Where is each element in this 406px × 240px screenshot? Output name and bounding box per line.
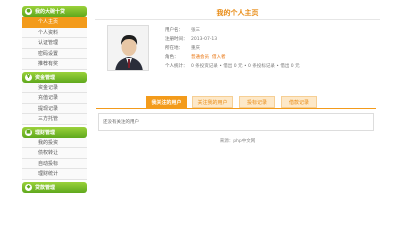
profile-card: 用户名： 张三 注册时间： 2013-07-13 所在地： 重庆 角色： 普通会… xyxy=(95,20,380,78)
section-header-my-account[interactable]: ● 我的大碗十贷 xyxy=(22,6,87,17)
loan-icon: ◆ xyxy=(25,183,32,191)
profile-row-username: 用户名： 张三 xyxy=(165,28,200,33)
main-content: 我的个人主页 用户名： 张三 注册时间： 2013-07-13 所在地： 重庆 … xyxy=(95,6,380,78)
section-header-loans[interactable]: ◆ 贷款管理 xyxy=(22,181,87,193)
sidebar-item-profile[interactable]: 个人资料 xyxy=(22,27,87,38)
sidebar-item-recharge[interactable]: 充值记录 xyxy=(22,93,87,104)
sidebar-item-my-investments[interactable]: 我的投资 xyxy=(22,137,87,148)
profile-info: 用户名： 张三 注册时间： 2013-07-13 所在地： 重庆 角色： 普通会… xyxy=(165,26,300,71)
sidebar-item-auto-bid[interactable]: 自动投标 xyxy=(22,158,87,169)
profile-row-register-time: 注册时间： 2013-07-13 xyxy=(165,37,218,42)
user-icon: ● xyxy=(25,8,32,15)
avatar xyxy=(107,25,149,71)
sidebar-item-fund-records[interactable]: 资金记录 xyxy=(22,82,87,93)
empty-message: 还没有关注的用户 xyxy=(103,120,139,125)
sidebar-item-withdraw[interactable]: 提现记录 xyxy=(22,103,87,114)
tab-followers[interactable]: 关注我的用户 xyxy=(192,96,233,108)
section-title: 我的大碗十贷 xyxy=(35,9,66,15)
profile-row-location: 所在地： 重庆 xyxy=(165,46,200,51)
avatar-photo xyxy=(108,26,148,70)
profile-row-stats: 个人统计： 0 条投资记录 • 借出 0 元 • 0 条投标记录 • 借出 0 … xyxy=(165,64,300,69)
section-title: 资金管理 xyxy=(35,74,56,81)
tab-bid-records[interactable]: 投标记录 xyxy=(239,96,275,108)
profile-row-role: 角色： 普通会员 借入者 xyxy=(165,53,226,62)
chart-icon: ■ xyxy=(25,128,32,136)
footer-source: 来源：php中文网 xyxy=(219,139,256,144)
money-icon: ¥ xyxy=(25,73,32,81)
sidebar-item-debt-transfer[interactable]: 债权转让 xyxy=(22,148,87,159)
section-title: 理财管理 xyxy=(35,129,56,136)
role-link-member[interactable]: 普通会员 xyxy=(191,53,209,62)
role-link-borrower[interactable]: 借入者 xyxy=(212,53,226,62)
sidebar-item-password[interactable]: 密码设置 xyxy=(22,48,87,59)
section-header-funds[interactable]: ¥ 资金管理 xyxy=(22,71,87,83)
sidebar-item-referral[interactable]: 推荐有奖 xyxy=(22,59,87,70)
tab-underline xyxy=(96,108,376,109)
sidebar-item-auth[interactable]: 认证管理 xyxy=(22,38,87,49)
tab-following[interactable]: 我关注的用户 xyxy=(146,96,187,108)
tab-loan-records[interactable]: 借款记录 xyxy=(281,96,317,108)
sidebar-item-stats[interactable]: 理财统计 xyxy=(22,169,87,180)
sidebar-item-home[interactable]: 个人主页 xyxy=(22,17,87,28)
tab-panel: 还没有关注的用户 xyxy=(98,113,374,131)
sidebar: ● 我的大碗十贷 个人主页 个人资料 认证管理 密码设置 推荐有奖 ¥ 资金管理… xyxy=(22,4,87,193)
section-title: 贷款管理 xyxy=(35,184,56,191)
page-title: 我的个人主页 xyxy=(95,6,380,20)
section-header-investment[interactable]: ■ 理财管理 xyxy=(22,126,87,138)
sidebar-item-escrow[interactable]: 三方托管 xyxy=(22,114,87,125)
